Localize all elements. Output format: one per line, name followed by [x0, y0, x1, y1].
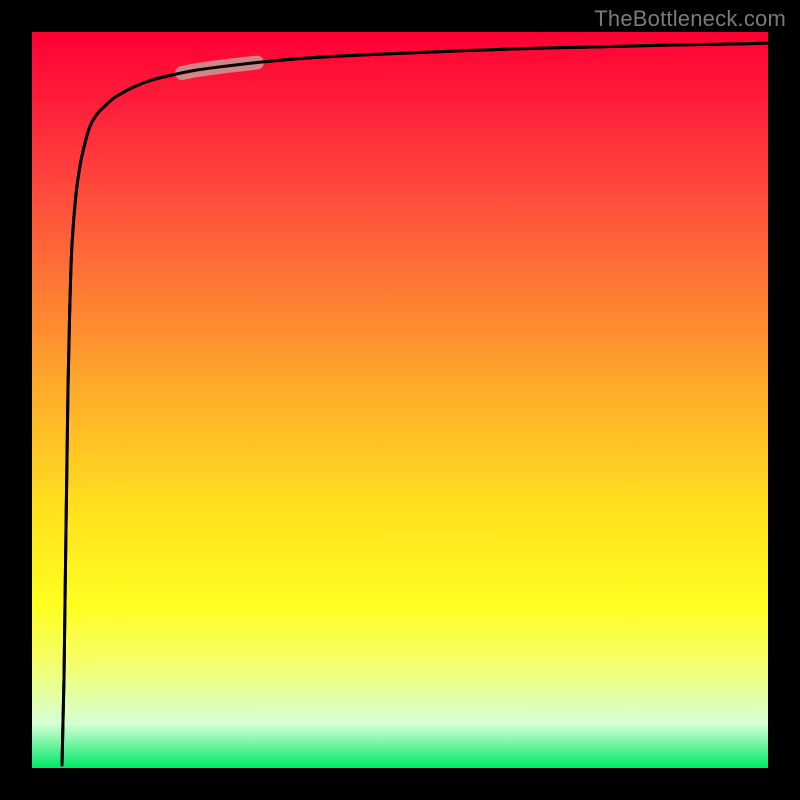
chart-frame: TheBottleneck.com — [0, 0, 800, 800]
attribution-label: TheBottleneck.com — [594, 6, 786, 32]
chart-plot-area — [32, 32, 768, 768]
